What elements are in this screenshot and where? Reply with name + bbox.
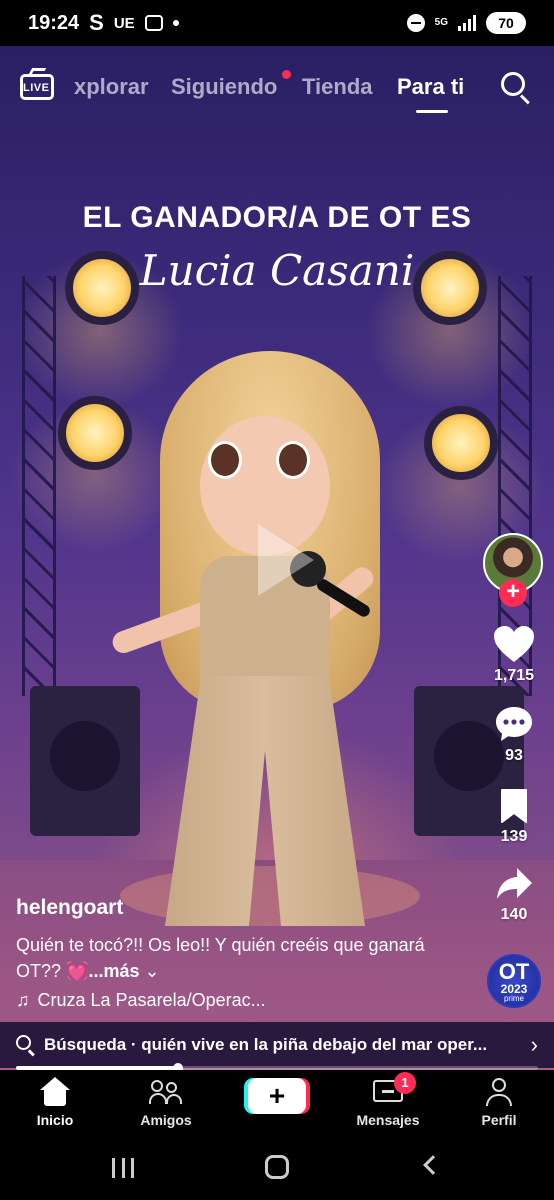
- ot-2023-badge[interactable]: OT 2023 prime: [487, 954, 541, 1008]
- music-title: Cruza La Pasarela/Operac...: [37, 990, 266, 1010]
- search-icon[interactable]: [501, 72, 531, 105]
- ot-prime-label: prime: [503, 994, 524, 1003]
- character-eye-left: [208, 441, 242, 479]
- screenshot-icon: [144, 15, 163, 31]
- system-nav: [0, 1136, 554, 1200]
- system-home-icon[interactable]: [265, 1155, 289, 1179]
- caption-text: Quién te tocó?!! Os leo!! Y quién creéis…: [16, 935, 425, 981]
- music-info[interactable]: ♫ Cruza La Pasarela/Operac...: [16, 990, 266, 1011]
- nav-inbox[interactable]: Mensajes: [338, 1076, 438, 1128]
- nav-home-label: Inicio: [36, 1112, 74, 1128]
- search-icon: [16, 1035, 36, 1057]
- stage-truss-left: [22, 276, 56, 696]
- back-icon[interactable]: [423, 1155, 443, 1175]
- notification-dot-icon: [172, 20, 179, 26]
- status-left: 19:24 S UE: [28, 10, 179, 36]
- tab-explore[interactable]: xplorar: [74, 74, 149, 100]
- search-query: quién vive en la piña debajo del mar ope…: [141, 1035, 488, 1054]
- plus-icon: +: [268, 1080, 286, 1111]
- battery-indicator: 70: [486, 12, 526, 34]
- share-count: 140: [500, 906, 528, 923]
- share-action[interactable]: 140: [480, 866, 548, 924]
- character-eye-right: [276, 441, 310, 479]
- home-icon: [39, 1077, 71, 1107]
- stage-spotlight: [120, 866, 420, 926]
- status-bar: 19:24 S UE 5G 70: [0, 0, 554, 46]
- active-tab-indicator: [416, 110, 448, 113]
- tab-for-you[interactable]: Para ti: [397, 74, 464, 100]
- music-note-icon: ♫: [16, 990, 30, 1010]
- create-button[interactable]: +: [248, 1078, 306, 1114]
- ot-logo: OT: [498, 959, 530, 984]
- bottom-nav: Inicio Amigos + Mensajes 1 Perfil: [0, 1070, 554, 1136]
- nav-friends-label: Amigos: [140, 1112, 192, 1128]
- comment-action[interactable]: 93: [480, 705, 548, 765]
- region-label: UE: [113, 14, 135, 32]
- bookmark-icon: [501, 789, 527, 823]
- post-username[interactable]: helengoart: [16, 896, 123, 920]
- chevron-down-icon: ⌄: [139, 961, 160, 981]
- friends-icon: [149, 1078, 183, 1106]
- save-count: 139: [500, 828, 528, 845]
- tab-shop[interactable]: Tienda: [302, 74, 373, 100]
- do-not-disturb-icon: [406, 14, 425, 32]
- caption-more-link[interactable]: ...más: [88, 961, 139, 981]
- tab-following[interactable]: Siguiendo: [171, 74, 277, 100]
- nav-friends[interactable]: Amigos: [116, 1076, 216, 1128]
- following-new-dot: [282, 70, 291, 79]
- status-right: 5G 70: [406, 12, 526, 34]
- play-icon[interactable]: [258, 524, 314, 596]
- status-time: 19:24: [28, 11, 80, 34]
- search-separator: ·: [126, 1035, 142, 1054]
- nav-home[interactable]: Inicio: [5, 1076, 105, 1128]
- video-headline: EL GANADOR/A DE OT ES: [82, 201, 472, 234]
- search-suggestion-bar[interactable]: Búsqueda · quién vive en la piña debajo …: [0, 1022, 554, 1068]
- share-icon: [497, 868, 532, 899]
- live-label: LIVE: [23, 82, 50, 94]
- chevron-right-icon: ›: [530, 1032, 538, 1057]
- like-count: 1,715: [493, 667, 535, 684]
- signal-icon: [458, 15, 476, 31]
- nav-inbox-label: Mensajes: [356, 1112, 420, 1128]
- profile-icon: [485, 1077, 513, 1107]
- live-button[interactable]: LIVE: [20, 68, 56, 104]
- inbox-badge: 1: [394, 1072, 416, 1094]
- search-prefix: Búsqueda: [44, 1035, 127, 1054]
- save-action[interactable]: 139: [480, 788, 548, 846]
- nav-profile-label: Perfil: [481, 1112, 517, 1128]
- video-winner-name: Lucia Casani: [139, 246, 415, 295]
- follow-button[interactable]: +: [499, 579, 527, 607]
- top-nav: LIVE xplorar Siguiendo Tienda Para ti: [0, 68, 554, 113]
- like-action[interactable]: 1,715: [480, 625, 548, 685]
- spotlight-mid-left: [58, 396, 132, 470]
- recents-icon[interactable]: [112, 1158, 134, 1178]
- nav-profile[interactable]: Perfil: [449, 1076, 549, 1128]
- comment-icon: [496, 707, 532, 741]
- heart-icon: [494, 626, 534, 662]
- spotlight-mid-right: [424, 406, 498, 480]
- comment-count: 93: [505, 747, 523, 764]
- speaker-left: [30, 686, 140, 836]
- post-caption[interactable]: Quién te tocó?!! Os leo!! Y quién creéis…: [16, 932, 456, 984]
- network-type: 5G: [434, 17, 448, 28]
- carrier-icon: S: [89, 10, 104, 35]
